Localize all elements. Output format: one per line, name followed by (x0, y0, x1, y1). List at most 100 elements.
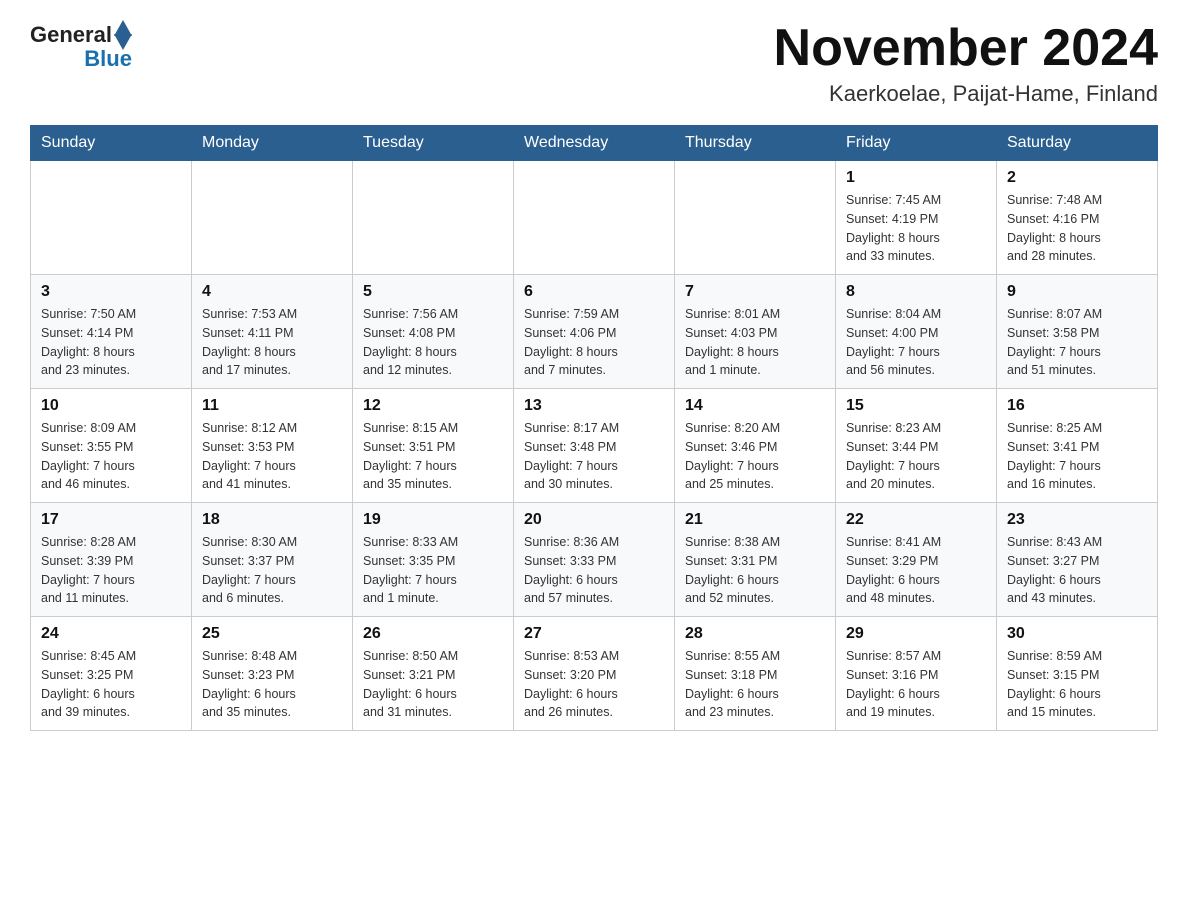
day-number: 25 (202, 625, 342, 643)
day-info: Sunrise: 8:01 AM Sunset: 4:03 PM Dayligh… (685, 305, 825, 380)
day-number: 27 (524, 625, 664, 643)
day-info: Sunrise: 8:48 AM Sunset: 3:23 PM Dayligh… (202, 647, 342, 722)
day-cell-1-6: 1Sunrise: 7:45 AM Sunset: 4:19 PM Daylig… (836, 161, 997, 275)
day-cell-5-4: 27 Sunrise: 8:53 AM Sunset: 3:20 PM Dayli… (514, 617, 675, 731)
day-number: 12 (363, 397, 503, 415)
day-info: Sunrise: 8:36 AM Sunset: 3:33 PM Dayligh… (524, 533, 664, 608)
day-cell-2-6: 8 Sunrise: 8:04 AM Sunset: 4:00 PM Daylig… (836, 275, 997, 389)
day-info: Sunrise: 8:53 AM Sunset: 3:20 PM Dayligh… (524, 647, 664, 722)
day-cell-3-1: 10 Sunrise: 8:09 AM Sunset: 3:55 PM Dayli… (31, 389, 192, 503)
day-info: Sunrise: 8:28 AM Sunset: 3:39 PM Dayligh… (41, 533, 181, 608)
calendar-subtitle: Kaerkoelae, Paijat-Hame, Finland (774, 81, 1158, 107)
day-number: 26 (363, 625, 503, 643)
day-cell-2-3: 5Sunrise: 7:56 AM Sunset: 4:08 PM Daylig… (353, 275, 514, 389)
day-info: Sunrise: 8:50 AM Sunset: 3:21 PM Dayligh… (363, 647, 503, 722)
day-number: 22 (846, 511, 986, 529)
day-cell-2-4: 6 Sunrise: 7:59 AM Sunset: 4:06 PM Daylig… (514, 275, 675, 389)
day-info: Sunrise: 7:50 AM Sunset: 4:14 PM Dayligh… (41, 305, 181, 380)
day-info: Sunrise: 8:55 AM Sunset: 3:18 PM Dayligh… (685, 647, 825, 722)
day-info: Sunrise: 8:15 AM Sunset: 3:51 PM Dayligh… (363, 419, 503, 494)
page-header: General Blue November 2024 Kaerkoelae, P… (30, 20, 1158, 107)
day-cell-2-7: 9 Sunrise: 8:07 AM Sunset: 3:58 PM Daylig… (997, 275, 1158, 389)
day-cell-1-3 (353, 161, 514, 275)
day-info: Sunrise: 7:48 AM Sunset: 4:16 PM Dayligh… (1007, 191, 1147, 266)
day-cell-1-5 (675, 161, 836, 275)
day-number: 19 (363, 511, 503, 529)
header-tuesday: Tuesday (353, 126, 514, 161)
day-number: 23 (1007, 511, 1147, 529)
day-cell-2-1: 3 Sunrise: 7:50 AM Sunset: 4:14 PM Daylig… (31, 275, 192, 389)
day-number: 24 (41, 625, 181, 643)
day-info: Sunrise: 8:09 AM Sunset: 3:55 PM Dayligh… (41, 419, 181, 494)
day-cell-3-3: 12 Sunrise: 8:15 AM Sunset: 3:51 PM Dayli… (353, 389, 514, 503)
day-number: 30 (1007, 625, 1147, 643)
day-number: 28 (685, 625, 825, 643)
day-cell-3-6: 15Sunrise: 8:23 AM Sunset: 3:44 PM Dayli… (836, 389, 997, 503)
day-info: Sunrise: 8:38 AM Sunset: 3:31 PM Dayligh… (685, 533, 825, 608)
day-number: 8 (846, 283, 986, 301)
week-row-3: 10 Sunrise: 8:09 AM Sunset: 3:55 PM Dayli… (31, 389, 1158, 503)
week-row-4: 17 Sunrise: 8:28 AM Sunset: 3:39 PM Dayli… (31, 503, 1158, 617)
day-info: Sunrise: 8:12 AM Sunset: 3:53 PM Dayligh… (202, 419, 342, 494)
day-number: 7 (685, 283, 825, 301)
day-info: Sunrise: 8:07 AM Sunset: 3:58 PM Dayligh… (1007, 305, 1147, 380)
week-row-1: 1Sunrise: 7:45 AM Sunset: 4:19 PM Daylig… (31, 161, 1158, 275)
day-cell-5-6: 29 Sunrise: 8:57 AM Sunset: 3:16 PM Dayli… (836, 617, 997, 731)
day-number: 29 (846, 625, 986, 643)
day-info: Sunrise: 8:17 AM Sunset: 3:48 PM Dayligh… (524, 419, 664, 494)
day-cell-3-2: 11 Sunrise: 8:12 AM Sunset: 3:53 PM Dayli… (192, 389, 353, 503)
day-cell-5-7: 30Sunrise: 8:59 AM Sunset: 3:15 PM Dayli… (997, 617, 1158, 731)
week-row-5: 24 Sunrise: 8:45 AM Sunset: 3:25 PM Dayli… (31, 617, 1158, 731)
day-cell-1-7: 2Sunrise: 7:48 AM Sunset: 4:16 PM Daylig… (997, 161, 1158, 275)
day-cell-4-1: 17 Sunrise: 8:28 AM Sunset: 3:39 PM Dayli… (31, 503, 192, 617)
day-number: 11 (202, 397, 342, 415)
day-cell-2-2: 4 Sunrise: 7:53 AM Sunset: 4:11 PM Daylig… (192, 275, 353, 389)
day-number: 6 (524, 283, 664, 301)
day-info: Sunrise: 7:53 AM Sunset: 4:11 PM Dayligh… (202, 305, 342, 380)
day-cell-4-7: 23 Sunrise: 8:43 AM Sunset: 3:27 PM Dayli… (997, 503, 1158, 617)
day-info: Sunrise: 7:59 AM Sunset: 4:06 PM Dayligh… (524, 305, 664, 380)
day-cell-3-7: 16 Sunrise: 8:25 AM Sunset: 3:41 PM Dayli… (997, 389, 1158, 503)
day-info: Sunrise: 8:25 AM Sunset: 3:41 PM Dayligh… (1007, 419, 1147, 494)
logo-blue: Blue (84, 46, 132, 71)
day-cell-4-2: 18 Sunrise: 8:30 AM Sunset: 3:37 PM Dayli… (192, 503, 353, 617)
day-cell-4-3: 19Sunrise: 8:33 AM Sunset: 3:35 PM Dayli… (353, 503, 514, 617)
day-number: 17 (41, 511, 181, 529)
day-info: Sunrise: 8:43 AM Sunset: 3:27 PM Dayligh… (1007, 533, 1147, 608)
week-row-2: 3 Sunrise: 7:50 AM Sunset: 4:14 PM Daylig… (31, 275, 1158, 389)
day-number: 4 (202, 283, 342, 301)
day-info: Sunrise: 8:30 AM Sunset: 3:37 PM Dayligh… (202, 533, 342, 608)
header-monday: Monday (192, 126, 353, 161)
day-info: Sunrise: 8:57 AM Sunset: 3:16 PM Dayligh… (846, 647, 986, 722)
day-cell-3-5: 14 Sunrise: 8:20 AM Sunset: 3:46 PM Dayli… (675, 389, 836, 503)
calendar-title: November 2024 (774, 20, 1158, 77)
day-info: Sunrise: 8:41 AM Sunset: 3:29 PM Dayligh… (846, 533, 986, 608)
day-cell-4-6: 22 Sunrise: 8:41 AM Sunset: 3:29 PM Dayli… (836, 503, 997, 617)
weekday-header-row: Sunday Monday Tuesday Wednesday Thursday… (31, 126, 1158, 161)
day-info: Sunrise: 8:04 AM Sunset: 4:00 PM Dayligh… (846, 305, 986, 380)
header-friday: Friday (836, 126, 997, 161)
day-number: 1 (846, 169, 986, 187)
day-info: Sunrise: 7:56 AM Sunset: 4:08 PM Dayligh… (363, 305, 503, 380)
day-cell-3-4: 13Sunrise: 8:17 AM Sunset: 3:48 PM Dayli… (514, 389, 675, 503)
logo: General Blue (30, 20, 132, 72)
day-number: 16 (1007, 397, 1147, 415)
day-info: Sunrise: 8:20 AM Sunset: 3:46 PM Dayligh… (685, 419, 825, 494)
day-cell-1-2 (192, 161, 353, 275)
day-number: 10 (41, 397, 181, 415)
day-cell-5-2: 25 Sunrise: 8:48 AM Sunset: 3:23 PM Dayli… (192, 617, 353, 731)
day-cell-5-3: 26 Sunrise: 8:50 AM Sunset: 3:21 PM Dayli… (353, 617, 514, 731)
day-info: Sunrise: 8:45 AM Sunset: 3:25 PM Dayligh… (41, 647, 181, 722)
day-cell-2-5: 7 Sunrise: 8:01 AM Sunset: 4:03 PM Daylig… (675, 275, 836, 389)
day-number: 18 (202, 511, 342, 529)
header-thursday: Thursday (675, 126, 836, 161)
day-number: 15 (846, 397, 986, 415)
day-number: 14 (685, 397, 825, 415)
logo-general: General (30, 22, 112, 48)
title-block: November 2024 Kaerkoelae, Paijat-Hame, F… (774, 20, 1158, 107)
header-saturday: Saturday (997, 126, 1158, 161)
day-number: 9 (1007, 283, 1147, 301)
day-number: 3 (41, 283, 181, 301)
day-cell-5-5: 28 Sunrise: 8:55 AM Sunset: 3:18 PM Dayli… (675, 617, 836, 731)
day-cell-1-4 (514, 161, 675, 275)
